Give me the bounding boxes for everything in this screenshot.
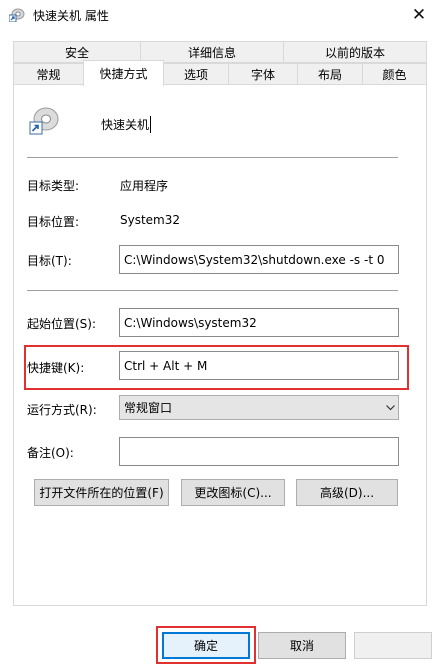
advanced-button[interactable]: 高级(D)...	[296, 479, 398, 506]
tab-options[interactable]: 选项	[163, 63, 229, 85]
open-file-location-button[interactable]: 打开文件所在的位置(F)	[34, 479, 169, 506]
target-type-value: 应用程序	[120, 179, 169, 193]
target-location-label: 目标位置:	[27, 215, 80, 229]
shortcut-app-icon	[9, 8, 25, 22]
target-input[interactable]: C:\Windows\System32\shutdown.exe -s -t 0	[119, 245, 399, 274]
close-icon[interactable]: ✕	[397, 0, 441, 30]
run-select[interactable]: 常规窗口	[119, 395, 399, 420]
window-title: 快速关机 属性	[33, 9, 109, 23]
comment-input[interactable]	[119, 437, 399, 466]
tab-layout[interactable]: 布局	[297, 63, 363, 85]
target-label: 目标(T):	[27, 254, 72, 268]
title-bar: 快速关机 属性 ✕	[0, 0, 441, 30]
divider	[27, 290, 398, 291]
start-in-label: 起始位置(S):	[27, 317, 97, 331]
tab-general[interactable]: 常规	[13, 63, 84, 85]
shortcut-large-icon	[29, 107, 59, 135]
cancel-button[interactable]: 取消	[258, 632, 346, 659]
tab-shortcut[interactable]: 快捷方式	[83, 60, 164, 86]
run-select-value: 常规窗口	[124, 401, 173, 415]
target-location-value: System32	[120, 213, 181, 227]
change-icon-button[interactable]: 更改图标(C)...	[181, 479, 285, 506]
chevron-down-icon	[386, 405, 395, 411]
hotkey-highlight-box	[24, 345, 409, 390]
tab-font[interactable]: 字体	[228, 63, 298, 85]
apply-button	[354, 632, 432, 659]
shortcut-name-field[interactable]: 快速关机	[101, 116, 152, 133]
comment-label: 备注(O):	[27, 446, 74, 460]
target-type-label: 目标类型:	[27, 179, 80, 193]
ok-highlight-box	[156, 626, 256, 664]
divider	[27, 157, 398, 158]
tab-previous-versions[interactable]: 以前的版本	[283, 41, 427, 63]
start-in-input[interactable]: C:\Windows\system32	[119, 308, 399, 337]
run-label: 运行方式(R):	[27, 403, 97, 417]
tab-colors[interactable]: 颜色	[362, 63, 427, 85]
